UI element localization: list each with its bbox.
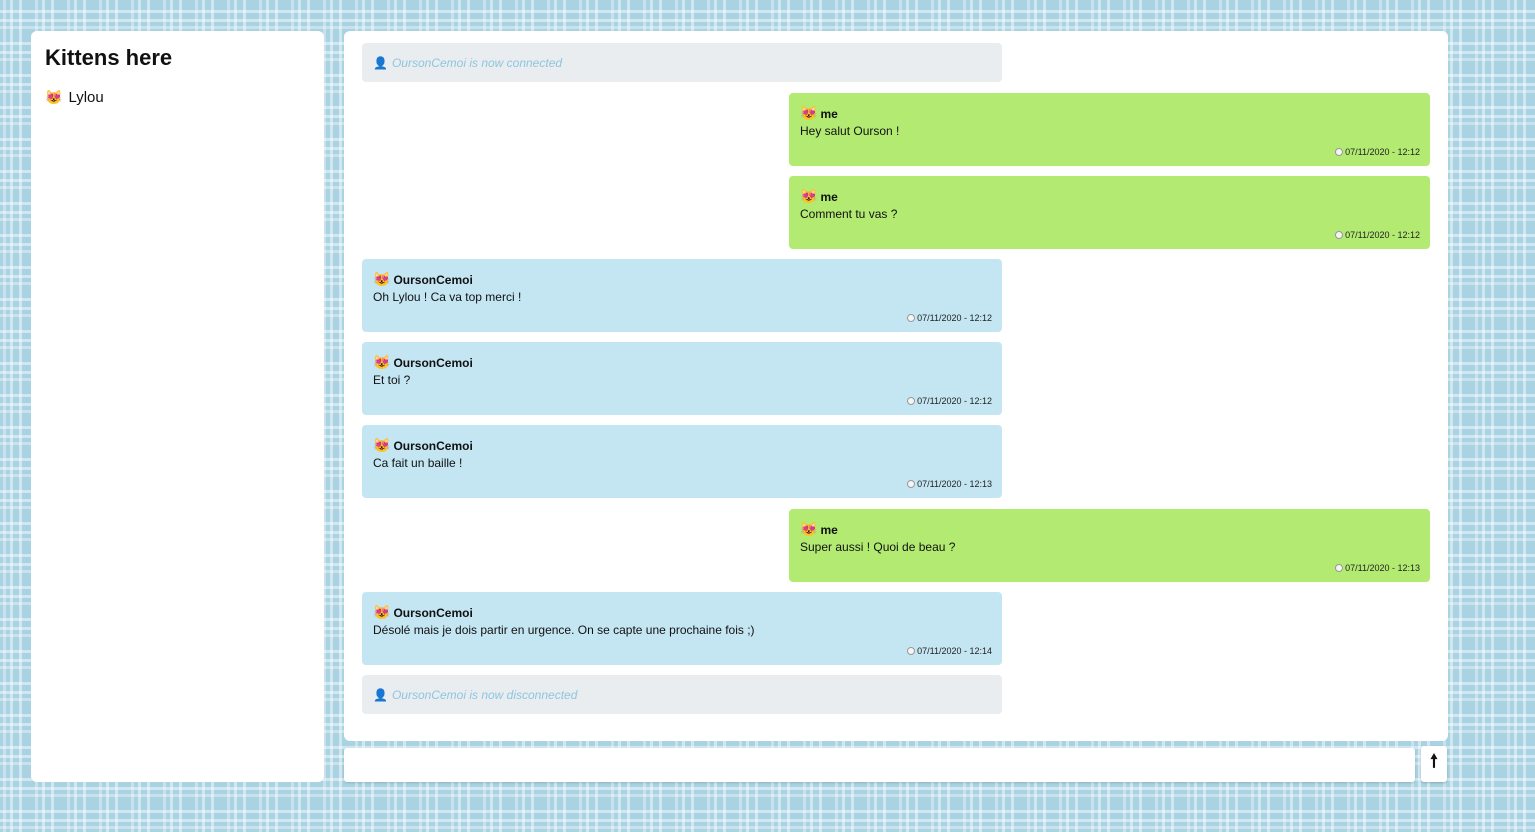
message-timestamp: 07/11/2020 - 12:12 bbox=[907, 396, 992, 406]
author-name: me bbox=[820, 106, 838, 121]
timestamp-text: 07/11/2020 - 12:13 bbox=[917, 479, 992, 489]
message-text: Comment tu vas ? bbox=[800, 207, 898, 221]
clock-icon bbox=[1335, 148, 1344, 156]
chat-message: 😻 OursonCemoi Désolé mais je dois partir… bbox=[362, 592, 1002, 665]
user-silhouette-icon: 👤 bbox=[373, 687, 388, 702]
clock-icon bbox=[1335, 564, 1344, 572]
message-input[interactable] bbox=[344, 748, 1415, 782]
message-text: Hey salut Ourson ! bbox=[800, 124, 900, 138]
system-message-disconnected: 👤 OursonCemoi is now disconnected bbox=[362, 675, 1002, 714]
clock-icon bbox=[1335, 231, 1344, 239]
cat-emoji-icon: 😻 bbox=[373, 437, 391, 453]
system-message-text: OursonCemoi is now connected bbox=[391, 55, 563, 70]
cat-emoji-icon: 😻 bbox=[800, 188, 818, 204]
cat-emoji-icon: 😻 bbox=[373, 271, 391, 287]
clock-icon bbox=[907, 647, 916, 655]
chat-message: 😻 me Super aussi ! Quoi de beau ? 07/11/… bbox=[789, 509, 1430, 582]
message-text: Oh Lylou ! Ca va top merci ! bbox=[373, 290, 522, 304]
timestamp-text: 07/11/2020 - 12:12 bbox=[917, 396, 992, 406]
message-timestamp: 07/11/2020 - 12:13 bbox=[907, 479, 992, 489]
author-name: OursonCemoi bbox=[393, 605, 473, 620]
author-name: me bbox=[820, 189, 838, 204]
clock-icon bbox=[907, 480, 916, 488]
users-sidebar: Kittens here 😻 Lylou bbox=[31, 31, 324, 782]
system-message-connected: 👤 OursonCemoi is now connected bbox=[362, 43, 1002, 82]
timestamp-text: 07/11/2020 - 12:12 bbox=[1345, 147, 1420, 157]
message-author: 😻 me bbox=[800, 105, 1419, 122]
chat-panel: 👤 OursonCemoi is now connected 😻 me Hey … bbox=[344, 31, 1448, 741]
author-name: OursonCemoi bbox=[393, 355, 473, 370]
chat-message: 😻 me Comment tu vas ? 07/11/2020 - 12:12 bbox=[789, 176, 1430, 249]
timestamp-text: 07/11/2020 - 12:12 bbox=[917, 313, 992, 323]
message-text: Ca fait un baille ! bbox=[373, 456, 463, 470]
message-author: 😻 OursonCemoi bbox=[373, 354, 991, 371]
clock-icon bbox=[907, 397, 916, 405]
message-text: Et toi ? bbox=[373, 373, 411, 387]
cat-emoji-icon: 😻 bbox=[45, 89, 63, 105]
message-author: 😻 OursonCemoi bbox=[373, 604, 991, 621]
chat-message: 😻 OursonCemoi Oh Lylou ! Ca va top merci… bbox=[362, 259, 1002, 332]
message-author: 😻 me bbox=[800, 188, 1419, 205]
cat-emoji-icon: 😻 bbox=[800, 521, 818, 537]
timestamp-text: 07/11/2020 - 12:12 bbox=[1345, 230, 1420, 240]
author-name: OursonCemoi bbox=[393, 438, 473, 453]
clock-icon bbox=[907, 314, 916, 322]
timestamp-text: 07/11/2020 - 12:13 bbox=[1345, 563, 1420, 573]
user-list-item[interactable]: 😻 Lylou bbox=[45, 89, 310, 106]
chat-message: 😻 me Hey salut Ourson ! 07/11/2020 - 12:… bbox=[789, 93, 1430, 166]
message-timestamp: 07/11/2020 - 12:12 bbox=[1335, 147, 1420, 157]
message-timestamp: 07/11/2020 - 12:12 bbox=[907, 313, 992, 323]
message-author: 😻 OursonCemoi bbox=[373, 271, 991, 288]
send-button[interactable]: 🠕 bbox=[1421, 746, 1447, 782]
message-text: Désolé mais je dois partir en urgence. O… bbox=[373, 623, 755, 637]
cat-emoji-icon: 😻 bbox=[800, 105, 818, 121]
user-name: Lylou bbox=[68, 89, 104, 106]
chat-message: 😻 OursonCemoi Et toi ? 07/11/2020 - 12:1… bbox=[362, 342, 1002, 415]
cat-emoji-icon: 😻 bbox=[373, 354, 391, 370]
author-name: me bbox=[820, 522, 838, 537]
system-message-text: OursonCemoi is now disconnected bbox=[391, 687, 578, 702]
timestamp-text: 07/11/2020 - 12:14 bbox=[917, 646, 992, 656]
author-name: OursonCemoi bbox=[393, 272, 473, 287]
message-timestamp: 07/11/2020 - 12:13 bbox=[1335, 563, 1420, 573]
message-timestamp: 07/11/2020 - 12:14 bbox=[907, 646, 992, 656]
message-author: 😻 me bbox=[800, 521, 1419, 538]
cat-emoji-icon: 😻 bbox=[373, 604, 391, 620]
user-silhouette-icon: 👤 bbox=[373, 55, 388, 70]
sidebar-title: Kittens here bbox=[45, 45, 173, 70]
message-timestamp: 07/11/2020 - 12:12 bbox=[1335, 230, 1420, 240]
message-text: Super aussi ! Quoi de beau ? bbox=[800, 540, 956, 554]
message-author: 😻 OursonCemoi bbox=[373, 437, 991, 454]
chat-message: 😻 OursonCemoi Ca fait un baille ! 07/11/… bbox=[362, 425, 1002, 498]
arrow-up-icon: 🠕 bbox=[1430, 751, 1438, 772]
